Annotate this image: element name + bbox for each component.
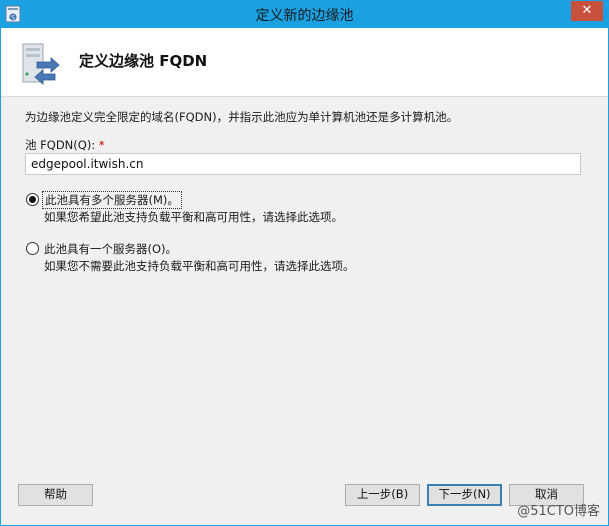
back-button[interactable]: 上一步(B) [345,484,420,506]
server-arrows-icon [22,43,60,85]
page-description: 为边缘池定义完全限定的域名(FQDN)，并指示此池应为单计算机池还是多计算机池。 [25,110,459,124]
wizard-header: 定义边缘池 FQDN [1,28,608,97]
fqdn-label: 池 FQDN(Q): * [25,137,105,153]
fqdn-input[interactable]: edgepool.itwish.cn [25,153,581,175]
option-description-multiple: 如果您希望此池支持负载平衡和高可用性，请选择此选项。 [44,210,343,224]
title-bar[interactable]: S 定义新的边缘池 ✕ [1,1,608,28]
radio-multiple-servers[interactable] [26,193,39,206]
radio-selected-dot [29,196,36,203]
next-button[interactable]: 下一步(N) [427,484,502,506]
radio-single-server[interactable] [26,242,39,255]
option-label-multiple[interactable]: 此池具有多个服务器(M)。 [42,191,182,209]
window-title: 定义新的边缘池 [255,8,354,24]
page-title: 定义边缘池 FQDN [79,52,208,70]
close-icon: ✕ [581,3,593,18]
wizard-window: S 定义新的边缘池 ✕ 定义边缘池 FQDN 为边缘池定义完全限定的域名(FQD… [0,0,609,526]
fqdn-label-text: 池 FQDN(Q): [25,138,96,152]
help-button[interactable]: 帮助 [18,484,93,506]
close-button[interactable]: ✕ [571,1,603,21]
option-label-single[interactable]: 此池具有一个服务器(O)。 [44,241,177,257]
option-description-single: 如果您不需要此池支持负载平衡和高可用性，请选择此选项。 [44,259,355,273]
required-mark: * [98,138,105,152]
watermark: @51CTO博客 [517,504,600,519]
